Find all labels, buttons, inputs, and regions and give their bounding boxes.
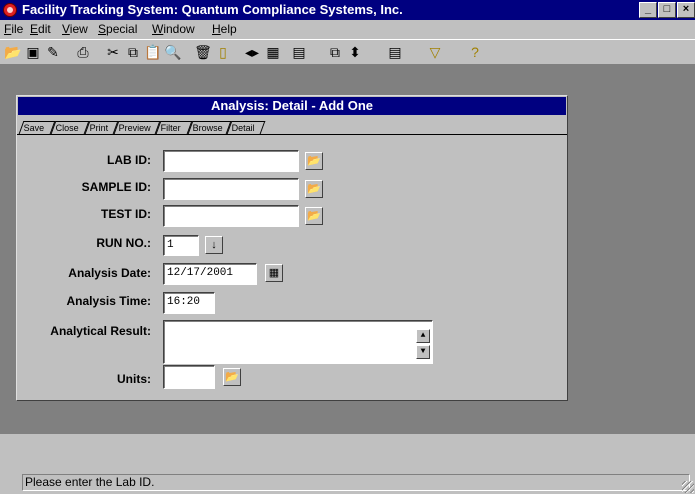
menu-file[interactable]: File bbox=[4, 22, 23, 36]
date-picker-button[interactable]: ▦ bbox=[265, 264, 283, 282]
units-lookup-button[interactable]: 📂 bbox=[223, 368, 241, 386]
delete-icon[interactable]: 🗑 bbox=[194, 43, 212, 61]
menu-bar: File Edit View Special Window Help bbox=[0, 20, 695, 39]
open-folder-icon: 📂 bbox=[225, 371, 239, 383]
lower-panel bbox=[0, 433, 695, 470]
tab-browse[interactable]: Browse bbox=[187, 121, 232, 134]
paste-icon[interactable]: 📋 bbox=[144, 43, 162, 61]
sample-id-label: SAMPLE ID: bbox=[81, 180, 151, 194]
menu-edit[interactable]: Edit bbox=[30, 22, 51, 36]
arrow-down-icon: ↓ bbox=[211, 239, 217, 251]
menu-help[interactable]: Help bbox=[212, 22, 237, 36]
units-label: Units: bbox=[117, 372, 151, 386]
find-icon[interactable]: 🔍 bbox=[164, 43, 182, 61]
scroll-up-button[interactable]: ▲ bbox=[416, 329, 430, 343]
help-icon[interactable]: ? bbox=[466, 43, 484, 61]
open-folder-icon[interactable]: 📂 bbox=[4, 43, 22, 61]
window-title: Facility Tracking System: Quantum Compli… bbox=[22, 2, 403, 17]
window-controls: _ □ × bbox=[638, 2, 695, 18]
calendar-icon[interactable]: ▤ bbox=[386, 43, 404, 61]
calendar-icon: ▦ bbox=[268, 267, 280, 279]
lab-id-input[interactable] bbox=[163, 150, 299, 172]
tab-preview[interactable]: Preview bbox=[113, 121, 161, 134]
sample-id-lookup-button[interactable]: 📂 bbox=[305, 180, 323, 198]
run-no-label: RUN NO.: bbox=[96, 236, 151, 250]
open-folder-icon: 📂 bbox=[307, 210, 321, 222]
nav-arrows-icon[interactable]: ◂▸ bbox=[240, 43, 264, 61]
status-bar: Please enter the Lab ID. bbox=[0, 470, 695, 494]
test-id-input[interactable] bbox=[163, 205, 299, 227]
form-icon[interactable]: ▤ bbox=[290, 43, 308, 61]
status-message: Please enter the Lab ID. bbox=[22, 474, 690, 491]
minimize-button[interactable]: _ bbox=[639, 2, 657, 18]
run-no-dropdown-button[interactable]: ↓ bbox=[205, 236, 223, 254]
analysis-time-label: Analysis Time: bbox=[66, 294, 151, 308]
analysis-date-label: Analysis Date: bbox=[68, 266, 151, 280]
app-logo-icon[interactable] bbox=[3, 3, 17, 17]
tab-detail[interactable]: Detail bbox=[226, 121, 266, 134]
tab-divider bbox=[17, 134, 567, 135]
scroll-down-button[interactable]: ▼ bbox=[416, 345, 430, 359]
toolbar: 📂 ▣ ✎ ⎙ ✂ ⧉ 📋 🔍 🗑 ▯ ◂▸ ▦ ▤ ⧉ ⬍ ▤ ▽ ? bbox=[0, 39, 695, 65]
copy-window-icon[interactable]: ⧉ bbox=[326, 43, 344, 61]
analysis-time-input[interactable]: 16:20 bbox=[163, 292, 215, 314]
menu-view[interactable]: View bbox=[62, 22, 88, 36]
new-icon[interactable]: ▯ bbox=[214, 43, 232, 61]
sort-icon[interactable]: ⬍ bbox=[346, 43, 364, 61]
run-no-input[interactable]: 1 bbox=[163, 235, 199, 256]
lab-id-lookup-button[interactable]: 📂 bbox=[305, 152, 323, 170]
open-folder-icon: 📂 bbox=[307, 155, 321, 167]
test-id-label: TEST ID: bbox=[101, 207, 151, 221]
filter-icon[interactable]: ▽ bbox=[426, 43, 444, 61]
tab-filter[interactable]: Filter bbox=[155, 121, 193, 134]
units-input[interactable] bbox=[163, 365, 215, 389]
form-title: Analysis: Detail - Add One bbox=[18, 97, 566, 115]
maximize-button[interactable]: □ bbox=[658, 2, 676, 18]
menu-special[interactable]: Special bbox=[98, 22, 137, 36]
edit-icon[interactable]: ✎ bbox=[44, 43, 62, 61]
cut-icon[interactable]: ✂ bbox=[104, 43, 122, 61]
analytical-result-textarea[interactable]: ▲ ▼ bbox=[163, 320, 433, 364]
open-folder-icon: 📂 bbox=[307, 183, 321, 195]
sample-id-input[interactable] bbox=[163, 178, 299, 200]
analytical-result-label: Analytical Result: bbox=[50, 324, 151, 338]
tab-close[interactable]: Close bbox=[50, 121, 90, 134]
resize-grip-icon[interactable] bbox=[682, 481, 694, 493]
print-icon[interactable]: ⎙ bbox=[74, 43, 92, 61]
analysis-date-input[interactable]: 12/17/2001 bbox=[163, 263, 257, 285]
title-bar: Facility Tracking System: Quantum Compli… bbox=[0, 0, 695, 20]
save-icon[interactable]: ▣ bbox=[24, 43, 42, 61]
analysis-detail-window: Analysis: Detail - Add One Save Close Pr… bbox=[16, 95, 568, 401]
test-id-lookup-button[interactable]: 📂 bbox=[305, 207, 323, 225]
grid-icon[interactable]: ▦ bbox=[264, 43, 282, 61]
menu-window[interactable]: Window bbox=[152, 22, 195, 36]
tab-save[interactable]: Save bbox=[18, 121, 56, 134]
close-button[interactable]: × bbox=[677, 2, 695, 18]
lab-id-label: LAB ID: bbox=[107, 153, 151, 167]
copy-icon[interactable]: ⧉ bbox=[124, 43, 142, 61]
